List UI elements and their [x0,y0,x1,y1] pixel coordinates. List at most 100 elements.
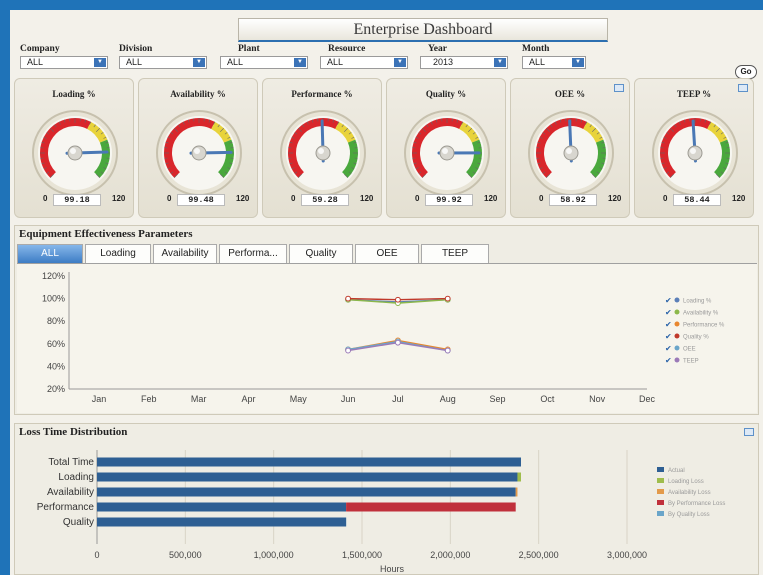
legend-label: Loading Loss [668,479,704,485]
legend-swatch [674,345,680,351]
gauge-row: Loading % 0 99.18 120 Availability % 0 99.48 12… [10,78,763,224]
data-point[interactable] [345,295,351,302]
tab-oee[interactable]: OEE [355,244,419,263]
legend-label: Loading % [683,299,712,305]
bar-segment[interactable] [97,517,347,527]
gauge-value: 58.92 [549,194,597,206]
select-value: ALL [27,57,44,67]
category-label: Total Time [48,457,94,468]
data-point[interactable] [345,347,351,354]
gauge-hub-highlight [318,148,324,154]
loss-time-bar-chart: 0 500,000 1,000,000 1,500,000 2,000,000 2,500… [37,450,725,574]
year-select[interactable]: 2013 ▼ [420,56,508,69]
gauge-max-label: 120 [608,194,622,203]
bar-segment[interactable] [517,472,521,482]
dropdown-arrow-icon[interactable]: ▼ [294,58,306,67]
legend-swatch [674,333,680,339]
bar-segment[interactable] [515,487,518,497]
legend-label: Actual [668,468,685,474]
gauge-value: 99.48 [177,194,225,206]
legend-swatch [657,500,664,505]
legend-swatch [657,467,664,472]
gauge-hub-highlight [70,148,76,154]
select-value: 2013 [433,57,454,67]
x-tick-label: 0 [94,550,99,560]
go-button[interactable]: Go [735,65,757,79]
panel-title: Loss Time Distribution [19,426,128,438]
filter-label: Division [119,44,153,54]
window-icon[interactable] [738,84,748,92]
x-tick-label: Mar [191,394,207,404]
dropdown-arrow-icon[interactable]: ▼ [394,58,406,67]
category-label: Availability [47,487,94,498]
legend-label: By Quality Loss [668,512,710,518]
gauge-value: 99.18 [53,194,101,206]
expand-icon[interactable] [744,428,754,436]
legend-label: Quality % [683,335,709,341]
tab-performance[interactable]: Performa... [219,244,287,263]
data-point[interactable] [395,339,401,346]
gauge-value: 59.28 [301,194,349,206]
bar-segment[interactable] [346,502,516,512]
x-tick-label: Nov [589,394,606,404]
dropdown-arrow-icon[interactable]: ▼ [572,58,584,67]
filter-bar: Company ALL ▼ Division ALL ▼ Plant ALL ▼ Re… [16,44,760,79]
data-point[interactable] [444,295,451,302]
bar-segment[interactable] [97,472,518,482]
gauge-max-label: 120 [484,194,498,203]
legend-label: Availability Loss [668,490,711,496]
gauge-title: Loading % [52,89,96,99]
month-select[interactable]: ALL ▼ [522,56,586,69]
gauge-title: Availability % [170,89,226,99]
gauge-max-label: 120 [236,194,250,203]
data-point[interactable] [395,296,401,303]
x-tick-label: 3,000,000 [607,550,647,560]
tab-all[interactable]: ALL [17,244,83,263]
legend-checkbox-icon[interactable]: ✔ [665,320,672,329]
x-tick-label: Feb [141,394,157,404]
data-point[interactable] [444,347,451,354]
category-label: Quality [63,517,94,528]
gauge-title: OEE % [554,89,586,99]
legend-checkbox-icon[interactable]: ✔ [665,332,672,341]
plant-select[interactable]: ALL ▼ [220,56,308,69]
category-label: Loading [58,472,94,483]
bar-segment[interactable] [97,502,347,512]
gauge-min-label: 0 [43,194,48,203]
tab-availability[interactable]: Availability [153,244,217,263]
gauge-min-label: 0 [539,194,544,203]
y-tick-label: 120% [42,271,65,281]
x-tick-label: Jul [392,394,404,404]
dashboard-frame: Enterprise Dashboard Company ALL ▼ Divisi… [10,10,763,575]
gauge-card: Quality % 0 99.92 120 [386,78,506,218]
gauge-hub-highlight [566,148,572,154]
gauge-dial [156,110,242,196]
y-tick-label: 60% [47,339,65,349]
resource-select[interactable]: ALL ▼ [320,56,408,69]
gauge-hub-highlight [690,148,696,154]
dropdown-arrow-icon[interactable]: ▼ [94,58,106,67]
company-select[interactable]: ALL ▼ [20,56,108,69]
legend-swatch [674,309,680,315]
tab-quality[interactable]: Quality [289,244,353,263]
dropdown-arrow-icon[interactable]: ▼ [494,58,506,67]
gauge-min-label: 0 [415,194,420,203]
tab-teep[interactable]: TEEP [421,244,489,263]
legend-checkbox-icon[interactable]: ✔ [665,308,672,317]
window-icon[interactable] [614,84,624,92]
division-select[interactable]: ALL ▼ [119,56,207,69]
x-tick-label: Oct [540,394,555,404]
legend-checkbox-icon[interactable]: ✔ [665,356,672,365]
dropdown-arrow-icon[interactable]: ▼ [193,58,205,67]
gauge-dial [528,110,614,196]
legend-checkbox-icon[interactable]: ✔ [665,296,672,305]
bar-segment[interactable] [97,487,516,497]
legend-label: OEE [683,347,696,353]
bar-segment[interactable] [97,457,521,467]
filter-label: Month [522,44,550,54]
legend-checkbox-icon[interactable]: ✔ [665,344,672,353]
x-tick-label: 500,000 [169,550,202,560]
gauge-value: 99.92 [425,194,473,206]
gauge-title: Performance % [291,89,353,99]
tab-loading[interactable]: Loading [85,244,151,263]
